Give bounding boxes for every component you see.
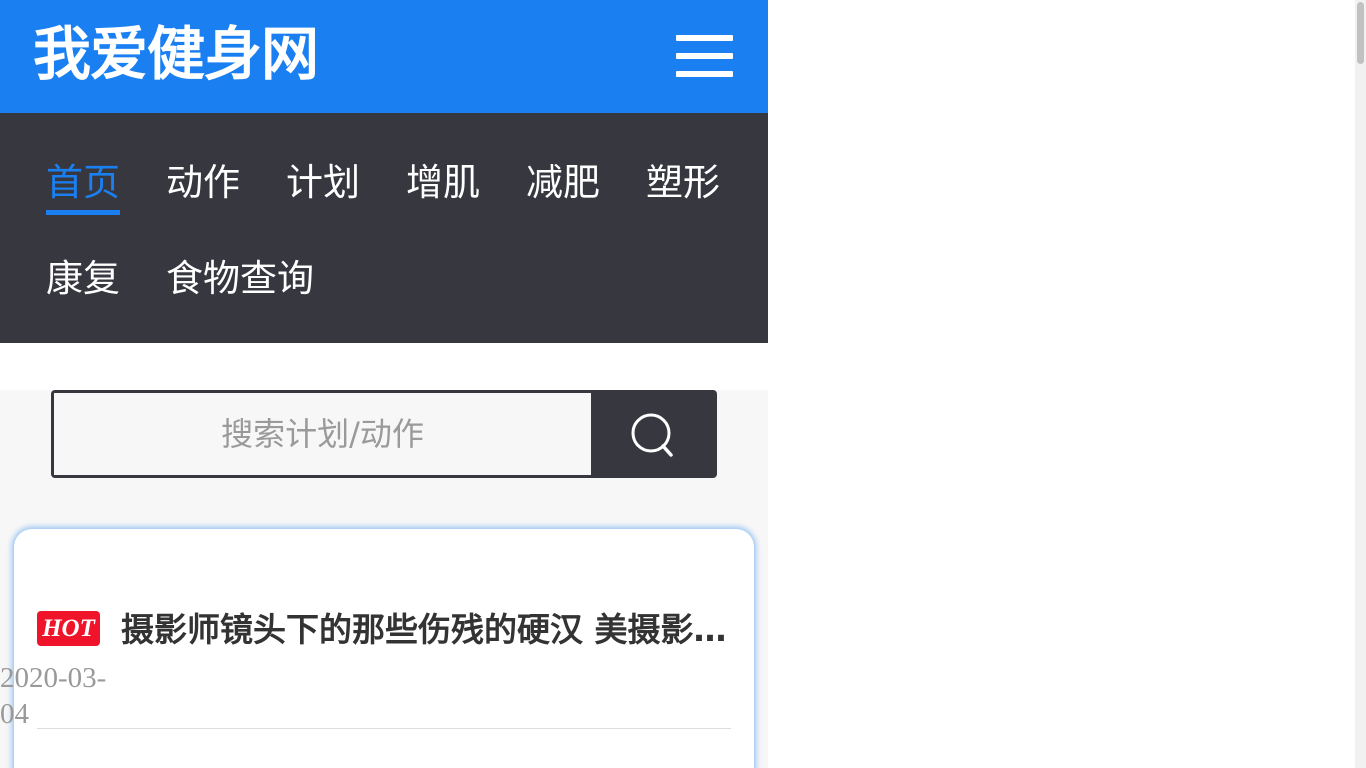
- article-title-link[interactable]: 摄影师镜头下的那些伤残的硬汉 美摄影师镜头下的那些伤残的硬汉: [121, 608, 729, 652]
- nav-item-body-shaping[interactable]: 塑形: [646, 161, 720, 205]
- mobile-page: 我爱健身网 首页 动作 计划 增肌 减肥 塑形 康复 食物查询 HOT 摄影师镜…: [0, 0, 768, 768]
- nav-item-muscle-gain[interactable]: 增肌: [406, 161, 480, 205]
- active-tab-indicator: [46, 210, 120, 215]
- nav-item-plans[interactable]: 计划: [286, 161, 360, 205]
- nav-item-exercises[interactable]: 动作: [166, 161, 240, 205]
- list-divider: [37, 728, 731, 729]
- page-scrollbar[interactable]: [1355, 0, 1366, 768]
- search-button[interactable]: [591, 393, 714, 475]
- search-icon: [631, 413, 673, 457]
- nav-item-weight-loss[interactable]: 减肥: [526, 161, 600, 205]
- article-date: 2020-03-04: [0, 662, 107, 730]
- hamburger-menu-icon[interactable]: [674, 30, 736, 82]
- scrollbar-thumb[interactable]: [1357, 2, 1364, 64]
- nav-item-food-lookup[interactable]: 食物查询: [166, 257, 314, 301]
- nav-item-rehab[interactable]: 康复: [46, 257, 120, 301]
- main-nav: 首页 动作 计划 增肌 减肥 塑形 康复 食物查询: [0, 113, 768, 343]
- site-header: 我爱健身网: [0, 0, 768, 113]
- search-input[interactable]: [54, 393, 591, 475]
- nav-item-home[interactable]: 首页: [46, 161, 120, 205]
- site-title[interactable]: 我爱健身网: [33, 18, 319, 90]
- hot-badge: HOT: [37, 611, 100, 646]
